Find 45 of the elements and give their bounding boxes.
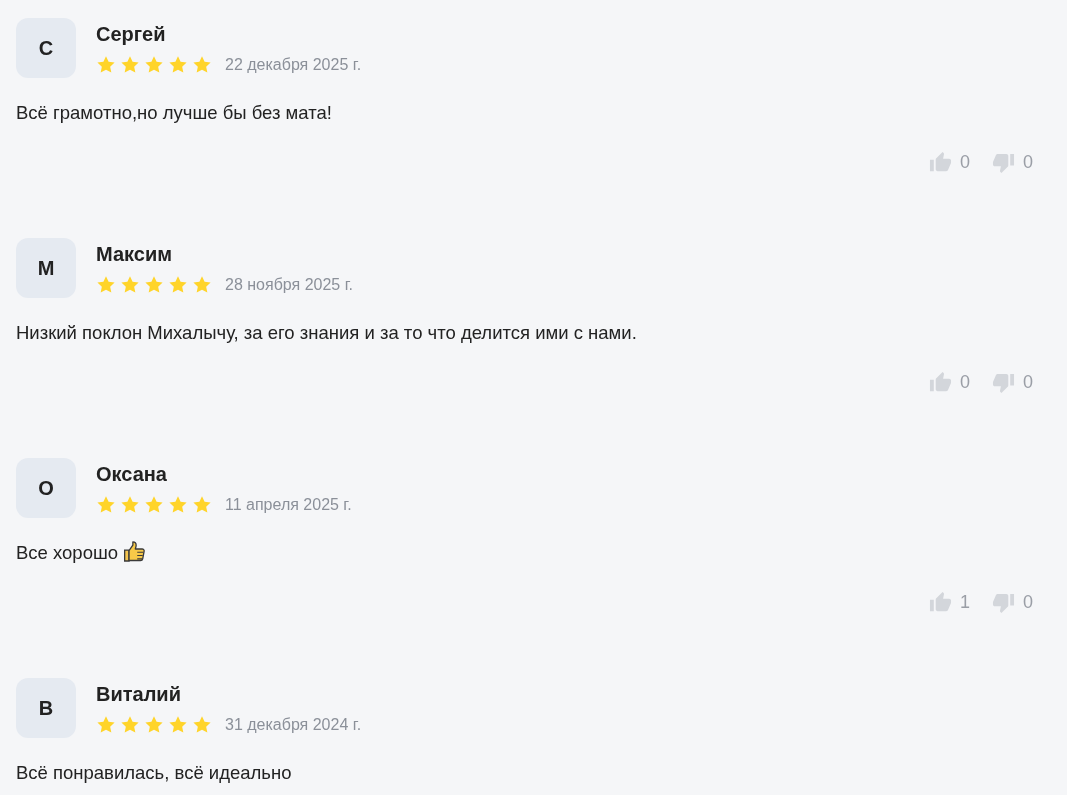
star-icon	[144, 274, 164, 295]
star-icon	[96, 714, 116, 735]
star-icon	[120, 494, 140, 515]
dislike-button[interactable]: 0	[992, 590, 1033, 614]
like-button[interactable]: 0	[928, 370, 970, 394]
review-date: 22 декабря 2025 г.	[225, 54, 362, 75]
star-icon	[192, 494, 212, 515]
dislike-button[interactable]: 0	[992, 370, 1033, 394]
star-icon	[96, 274, 116, 295]
like-button[interactable]: 1	[928, 590, 970, 614]
avatar: В	[16, 678, 76, 738]
star-icon	[144, 54, 164, 75]
dislike-button[interactable]: 0	[992, 150, 1033, 174]
author-name: Сергей	[96, 21, 166, 46]
review-text: Всё грамотно,но лучше бы без мата!	[16, 102, 332, 123]
star-icon	[192, 274, 212, 295]
review-date: 28 ноября 2025 г.	[225, 274, 353, 295]
star-icon	[168, 274, 188, 295]
author-name: Виталий	[96, 681, 181, 706]
star-icon	[120, 274, 140, 295]
star-icon	[168, 714, 188, 735]
review-text: Низкий поклон Михалычу, за его знания и за то что делится ими с нами.	[16, 322, 637, 343]
thumbs-up-icon	[928, 370, 952, 394]
star-icon	[96, 54, 116, 75]
star-icon	[192, 54, 212, 75]
thumbs-up-icon	[928, 150, 952, 174]
star-icon	[120, 54, 140, 75]
review-date: 31 декабря 2024 г.	[225, 714, 362, 735]
review-text: Всё понравилась, всё идеально	[16, 762, 292, 783]
author-name: Оксана	[96, 461, 167, 486]
avatar: О	[16, 458, 76, 518]
avatar: М	[16, 238, 76, 298]
star-icon	[144, 494, 164, 515]
review-text: Все хорошо	[16, 542, 119, 563]
thumbs-up-icon	[928, 590, 952, 614]
star-icon	[96, 494, 116, 515]
like-button[interactable]: 0	[928, 150, 970, 174]
star-icon	[168, 494, 188, 515]
star-icon	[168, 54, 188, 75]
review-date: 11 апреля 2025 г.	[225, 494, 352, 515]
star-icon	[120, 714, 140, 735]
star-icon	[144, 714, 164, 735]
avatar: С	[16, 18, 76, 78]
star-icon	[192, 714, 212, 735]
author-name: Максим	[96, 241, 172, 266]
